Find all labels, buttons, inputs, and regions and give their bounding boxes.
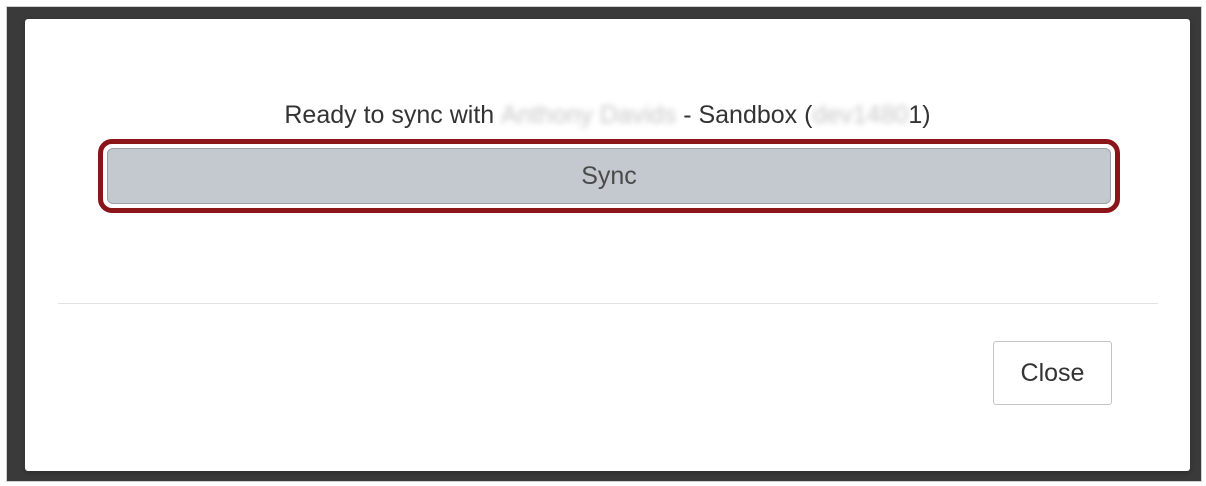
- close-button[interactable]: Close: [993, 341, 1112, 405]
- modal-body: Ready to sync with Anthony Davids - Sand…: [25, 19, 1190, 299]
- sync-button[interactable]: Sync: [107, 148, 1111, 204]
- redacted-account-name: Anthony Davids: [501, 101, 677, 129]
- sync-button-highlight: Sync: [98, 139, 1120, 213]
- screenshot-frame: Ready to sync with Anthony Davids - Sand…: [6, 6, 1202, 482]
- message-middle: - Sandbox (: [683, 101, 813, 129]
- sync-modal: Ready to sync with Anthony Davids - Sand…: [25, 19, 1190, 471]
- footer-divider: [58, 303, 1158, 304]
- message-prefix: Ready to sync with: [284, 101, 495, 129]
- message-suffix: 1): [908, 101, 931, 129]
- redacted-account-id: dev1480: [812, 101, 909, 129]
- sync-status-message: Ready to sync with Anthony Davids - Sand…: [25, 101, 1190, 130]
